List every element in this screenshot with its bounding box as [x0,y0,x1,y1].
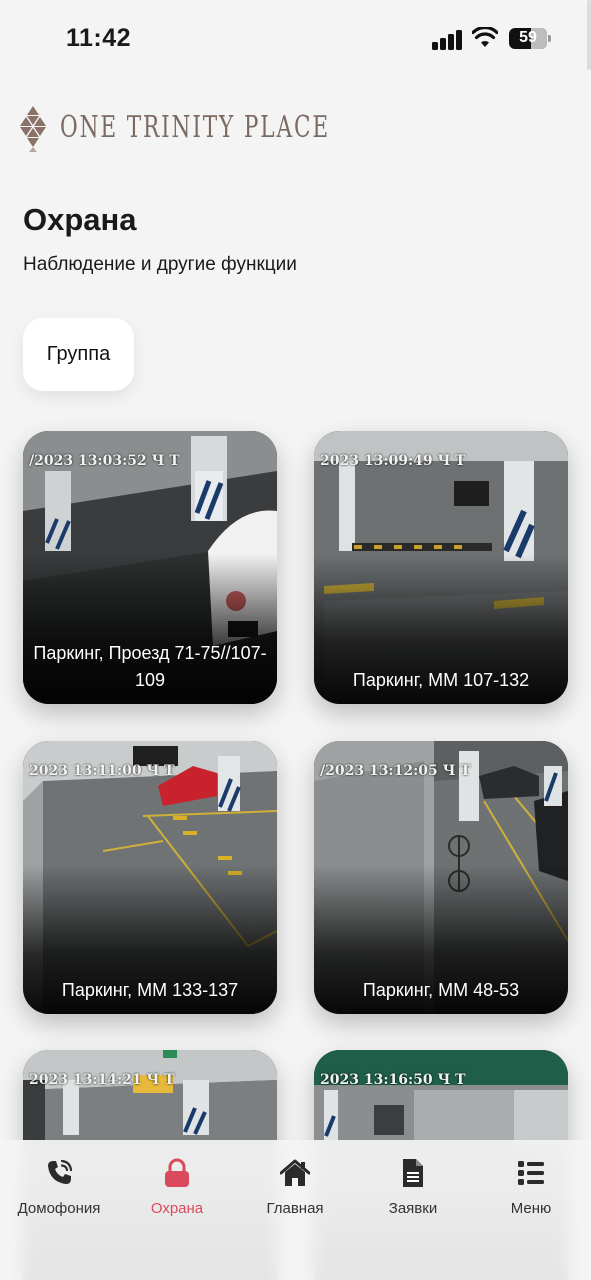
camera-label: Паркинг, ММ 133-137 [61,980,239,1000]
nav-item-home[interactable]: Главная [236,1158,354,1228]
battery-percent: 59 [519,29,537,46]
nav-label: Заявки [388,1200,438,1217]
camera-card[interactable]: 2023 13:09:49 Ч Т Паркинг, ММ 107-132 [314,431,568,704]
logo-text: ONE TRINITY PLACE [60,110,331,145]
camera-card[interactable]: 2023 13:11:00 Ч Т Паркинг, ММ 133-137 [23,741,277,1014]
logo-diamond-icon [20,106,46,152]
camera-label: Паркинг, Проезд 71-75//107-109 [33,643,267,690]
status-bar: 11:42 59 [0,0,591,74]
camera-timestamp: 2023 13:14:21 Ч Т [29,1072,175,1088]
lock-icon [165,1158,189,1187]
brand-logo: ONE TRINITY PLACE [20,104,328,154]
camera-timestamp: /2023 13:03:52 Ч Т [29,453,180,469]
cellular-signal-icon [432,30,464,50]
nav-label: Меню [510,1200,552,1217]
camera-card[interactable]: /2023 13:03:52 Ч Т Паркинг, Проезд 71-75… [23,431,277,704]
camera-timestamp: 2023 13:11:00 Ч Т [29,763,175,779]
menu-list-icon [518,1161,544,1185]
nav-item-requests[interactable]: Заявки [354,1158,472,1228]
bottom-navigation: Домофония Охрана Главная Заявки Меню [0,1140,591,1280]
page-title: Охрана [23,202,137,237]
nav-item-security[interactable]: Охрана [118,1158,236,1228]
group-filter-button[interactable]: Группа [23,318,134,391]
camera-timestamp: 2023 13:09:49 Ч Т [320,453,466,469]
camera-timestamp: 2023 13:16:50 Ч Т [320,1072,466,1088]
camera-label: Паркинг, ММ 48-53 [362,980,520,1000]
nav-label: Домофония [17,1200,101,1217]
document-icon [403,1159,423,1187]
status-time: 11:42 [66,24,132,52]
phone-icon [48,1159,73,1184]
camera-timestamp: /2023 13:12:05 Ч Т [320,763,471,779]
nav-label: Охрана [150,1200,204,1217]
nav-label: Главная [266,1200,324,1217]
camera-label: Паркинг, ММ 107-132 [352,670,530,690]
home-icon [280,1159,310,1186]
nav-item-intercom[interactable]: Домофония [0,1158,118,1228]
camera-card[interactable]: /2023 13:12:05 Ч Т Паркинг, ММ 48-53 [314,741,568,1014]
battery-indicator: 59 [509,28,551,49]
wifi-icon [472,27,498,47]
page-subtitle: Наблюдение и другие функции [23,254,297,275]
nav-item-menu[interactable]: Меню [472,1158,590,1228]
scroll-indicator [587,0,591,70]
